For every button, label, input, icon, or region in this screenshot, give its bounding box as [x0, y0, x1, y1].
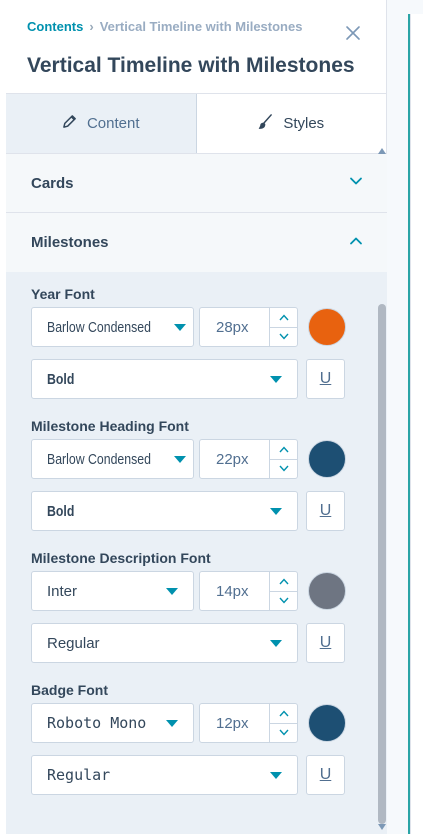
font-family-select[interactable]: Barlow Condensed	[31, 439, 194, 479]
breadcrumb: Contents › Vertical Timeline with Milest…	[27, 19, 302, 34]
panel-header: Contents › Vertical Timeline with Milest…	[6, 0, 386, 94]
font-size-value: 28px	[216, 318, 249, 336]
stepper-down-icon[interactable]	[270, 326, 297, 347]
font-family-value: Inter	[47, 582, 78, 600]
stepper-down-icon[interactable]	[270, 458, 297, 479]
scrollbar-thumb[interactable]	[378, 304, 386, 824]
color-swatch[interactable]	[308, 440, 346, 478]
color-swatch[interactable]	[308, 308, 346, 346]
scroll-up-icon[interactable]	[378, 148, 386, 154]
breadcrumb-contents-link[interactable]: Contents	[27, 19, 83, 34]
font-family-value: Barlow Condensed	[47, 318, 151, 336]
chevron-down-icon	[349, 174, 363, 192]
underline-button[interactable]: U	[306, 359, 345, 399]
caret-down-icon	[173, 323, 186, 331]
font-size-value: 22px	[216, 450, 249, 468]
group-label: Year Font	[31, 286, 95, 302]
close-icon[interactable]	[344, 24, 362, 42]
underline-button[interactable]: U	[306, 491, 345, 531]
underline-button[interactable]: U	[306, 623, 345, 663]
font-weight-select[interactable]: Bold	[31, 491, 298, 531]
section-milestones-header[interactable]: Milestones	[6, 213, 387, 272]
pencil-icon	[62, 114, 77, 133]
group-label: Milestone Heading Font	[31, 418, 189, 434]
font-family-select[interactable]: Roboto Mono	[31, 703, 194, 743]
tab-styles[interactable]: Styles	[196, 94, 386, 153]
caret-down-icon	[270, 507, 282, 515]
font-weight-value: Bold	[47, 370, 75, 388]
underline-icon: U	[319, 766, 332, 783]
caret-down-icon	[270, 771, 282, 779]
font-family-value: Roboto Mono	[47, 714, 147, 732]
font-size-field[interactable]: 14px	[199, 571, 298, 611]
color-swatch[interactable]	[308, 572, 346, 610]
scroll-down-icon[interactable]	[378, 824, 386, 830]
section-cards-header[interactable]: Cards	[6, 154, 387, 213]
tab-content-label: Content	[86, 115, 140, 132]
font-weight-select[interactable]: Regular	[31, 623, 298, 663]
tab-content[interactable]: Content	[6, 94, 197, 153]
font-size-stepper	[269, 572, 297, 610]
underline-icon: U	[319, 370, 332, 387]
stepper-up-icon[interactable]	[270, 572, 297, 591]
font-family-select[interactable]: Inter	[31, 571, 194, 611]
font-size-stepper	[269, 308, 297, 346]
font-size-field[interactable]: 22px	[199, 439, 298, 479]
font-size-stepper	[269, 704, 297, 742]
tab-bar: Content Styles	[6, 94, 386, 154]
breadcrumb-separator: ›	[89, 19, 94, 34]
section-cards-label: Cards	[31, 174, 74, 192]
section-milestones-label: Milestones	[31, 234, 109, 251]
stepper-up-icon[interactable]	[270, 440, 297, 459]
badge-font-group: Badge Font Roboto Mono 12px Regular U	[31, 682, 387, 795]
underline-icon: U	[319, 634, 332, 651]
stepper-down-icon[interactable]	[270, 722, 297, 743]
font-size-value: 14px	[216, 582, 249, 600]
page-title: Vertical Timeline with Milestones	[27, 54, 355, 77]
underline-icon: U	[319, 502, 332, 519]
milestone-heading-font-group: Milestone Heading Font Barlow Condensed …	[31, 418, 387, 531]
preview-card	[410, 14, 423, 834]
color-swatch[interactable]	[308, 704, 346, 742]
year-font-group: Year Font Barlow Condensed 28px Bold U	[31, 286, 387, 399]
font-size-field[interactable]: 12px	[199, 703, 298, 743]
font-weight-value: Regular	[47, 634, 100, 652]
font-weight-select[interactable]: Bold	[31, 359, 298, 399]
font-family-select[interactable]: Barlow Condensed	[31, 307, 194, 347]
chevron-up-icon	[349, 234, 363, 252]
underline-button[interactable]: U	[306, 755, 345, 795]
caret-down-icon	[270, 639, 282, 647]
stepper-down-icon[interactable]	[270, 590, 297, 611]
font-size-stepper	[269, 440, 297, 478]
font-size-field[interactable]: 28px	[199, 307, 298, 347]
caret-down-icon	[173, 455, 186, 463]
settings-scroll-area: Cards Milestones Year Font Barlow Conden…	[6, 154, 387, 834]
group-label: Badge Font	[31, 682, 108, 698]
font-weight-select[interactable]: Regular	[31, 755, 298, 795]
caret-down-icon	[270, 375, 282, 383]
font-weight-value: Regular	[47, 766, 111, 784]
breadcrumb-current: Vertical Timeline with Milestones	[99, 19, 303, 34]
font-size-value: 12px	[216, 714, 249, 732]
editor-panel: Contents › Vertical Timeline with Milest…	[6, 0, 387, 834]
scrollbar[interactable]	[376, 146, 387, 834]
tab-styles-label: Styles	[283, 115, 325, 132]
stepper-up-icon[interactable]	[270, 308, 297, 327]
brush-icon	[258, 114, 273, 133]
milestone-description-font-group: Milestone Description Font Inter 14px Re…	[31, 550, 387, 663]
caret-down-icon	[166, 719, 178, 727]
font-weight-value: Bold	[47, 502, 75, 520]
milestones-settings: Year Font Barlow Condensed 28px Bold U M…	[6, 272, 387, 834]
group-label: Milestone Description Font	[31, 550, 211, 566]
stepper-up-icon[interactable]	[270, 704, 297, 723]
font-family-value: Barlow Condensed	[47, 450, 151, 468]
caret-down-icon	[166, 587, 178, 595]
